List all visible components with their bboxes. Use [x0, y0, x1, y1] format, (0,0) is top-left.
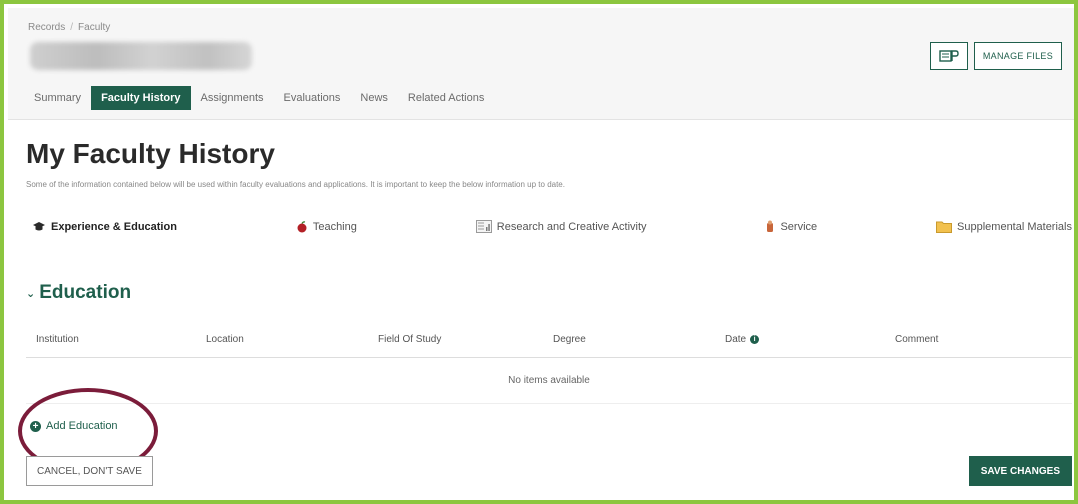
- folder-icon: [936, 221, 953, 233]
- column-header-degree[interactable]: Degree: [543, 334, 715, 345]
- service-icon: [767, 220, 774, 232]
- grid-header: Institution Location Field Of Study Degr…: [26, 322, 1072, 358]
- section-tab-research[interactable]: Research and Creative Activity: [475, 220, 647, 233]
- section-tabs: Experience & Education Teaching Research…: [32, 220, 1072, 233]
- document-chart-icon: [475, 220, 492, 233]
- header-actions: Manage Files: [929, 42, 1062, 70]
- education-grid: Institution Location Field Of Study Degr…: [26, 322, 1072, 404]
- page-title: My Faculty History: [26, 138, 275, 169]
- section-title: Education: [39, 282, 132, 303]
- record-tabs: Summary Faculty History Assignments Eval…: [24, 86, 494, 110]
- column-header-field-of-study[interactable]: Field Of Study: [368, 334, 543, 345]
- breadcrumb-item-records[interactable]: Records: [28, 22, 65, 33]
- section-tab-label: Experience & Education: [51, 220, 177, 233]
- files-icon-button[interactable]: [929, 42, 968, 70]
- breadcrumb-separator: /: [70, 22, 74, 33]
- breadcrumb: Records / Faculty: [28, 22, 110, 33]
- tab-faculty-history[interactable]: Faculty History: [91, 86, 191, 110]
- section-tab-label: Supplemental Materials: [957, 220, 1072, 233]
- section-tab-label: Teaching: [312, 220, 357, 233]
- column-header-institution[interactable]: Institution: [26, 334, 196, 345]
- plus-circle-icon: +: [30, 420, 41, 432]
- add-education-link[interactable]: + Add Education: [30, 420, 118, 432]
- main-content: My Faculty History Some of the informati…: [8, 122, 1074, 500]
- breadcrumb-item-faculty[interactable]: Faculty: [78, 22, 110, 33]
- column-header-date[interactable]: Date i: [715, 334, 885, 345]
- empty-state-message: No items available: [26, 358, 1072, 404]
- column-header-location[interactable]: Location: [196, 334, 368, 345]
- column-header-comment[interactable]: Comment: [885, 334, 1072, 345]
- cancel-button[interactable]: Cancel, Don't Save: [26, 456, 153, 486]
- tab-summary[interactable]: Summary: [24, 86, 91, 110]
- chevron-down-icon: ⌄: [26, 287, 36, 300]
- column-header-date-label: Date: [725, 334, 747, 345]
- section-tab-label: Service: [780, 220, 818, 233]
- section-tab-experience-education[interactable]: Experience & Education: [32, 221, 177, 233]
- record-header: Records / Faculty Manage Files Summary Fac…: [8, 8, 1074, 120]
- files-icon: [939, 50, 959, 62]
- section-tab-service[interactable]: Service: [765, 220, 817, 233]
- page-subtitle: Some of the information contained below …: [26, 180, 565, 189]
- manage-files-button[interactable]: Manage Files: [973, 42, 1062, 70]
- education-section-toggle[interactable]: ⌄ Education: [26, 282, 131, 304]
- app-frame: Records / Faculty Manage Files Summary Fac…: [0, 0, 1078, 504]
- tab-assignments[interactable]: Assignments: [191, 86, 274, 110]
- tab-evaluations[interactable]: Evaluations: [274, 86, 351, 110]
- apple-icon: [297, 220, 307, 232]
- section-tab-teaching[interactable]: Teaching: [296, 221, 357, 233]
- tab-news[interactable]: News: [350, 86, 398, 110]
- section-tab-label: Research and Creative Activity: [496, 220, 647, 233]
- record-name-blurred: [30, 42, 252, 70]
- info-icon[interactable]: i: [750, 335, 760, 344]
- graduation-cap-icon: [33, 221, 45, 230]
- add-education-label: Add Education: [46, 420, 118, 432]
- tab-related-actions[interactable]: Related Actions: [398, 86, 494, 110]
- section-tab-supplemental[interactable]: Supplemental Materials: [936, 220, 1072, 233]
- save-changes-button[interactable]: Save Changes: [968, 456, 1072, 486]
- footer-actions: Cancel, Don't Save Save Changes: [26, 456, 1072, 486]
